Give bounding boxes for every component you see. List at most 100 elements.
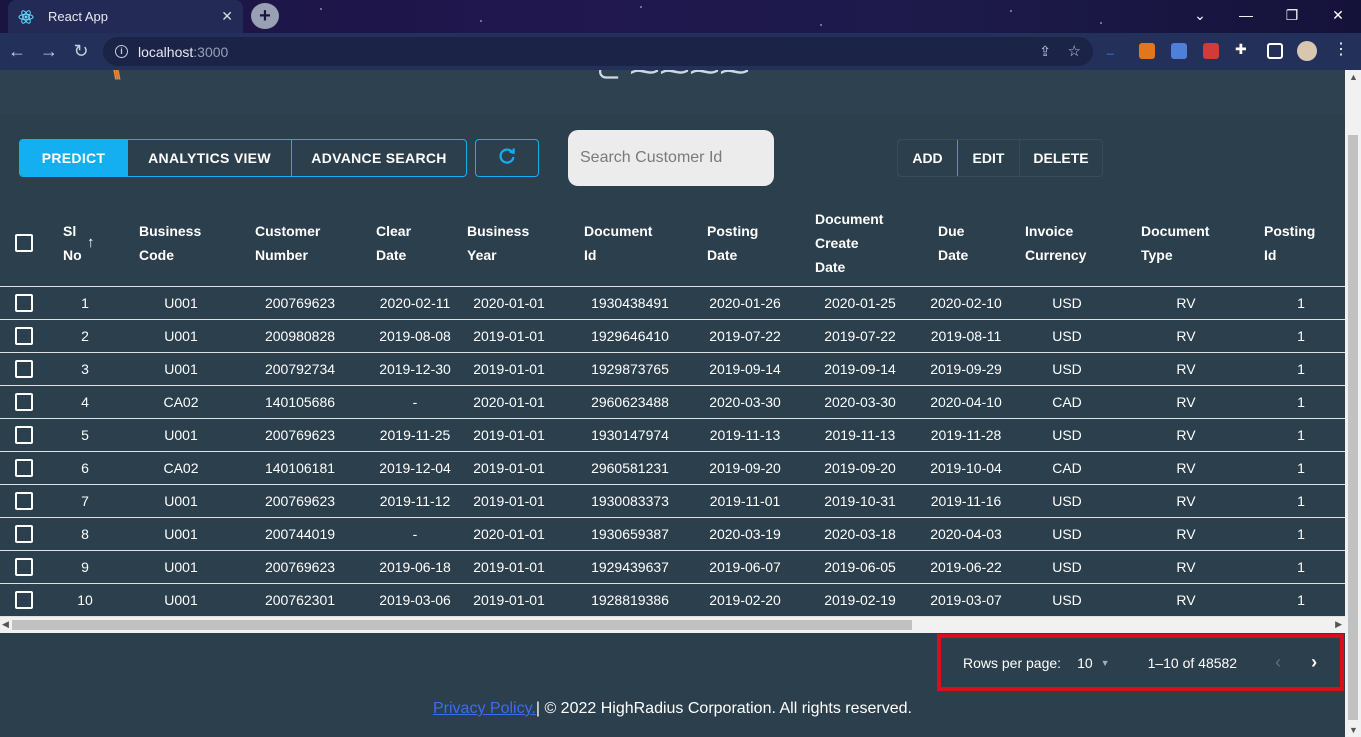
select-all-checkbox[interactable] — [15, 234, 33, 252]
table-row[interactable]: 3 U001 200792734 2019-12-30 2019-01-01 192987… — [0, 353, 1345, 386]
column-header-invoice-currency[interactable]: Invoice Currency — [1025, 219, 1086, 267]
browser-tab[interactable]: React App ✕ — [8, 0, 243, 33]
column-header-document-create-date[interactable]: Document Create Date — [815, 207, 883, 279]
extension-icon[interactable] — [1203, 43, 1219, 59]
profile-avatar[interactable] — [1297, 41, 1317, 61]
table-row[interactable]: 8 U001 200744019 - 2020-01-01 1930659387 2020-… — [0, 518, 1345, 551]
horizontal-scrollbar[interactable]: ◀ ▶ — [0, 617, 1345, 633]
scroll-left-icon[interactable]: ◀ — [2, 619, 9, 630]
close-tab-icon[interactable]: ✕ — [221, 8, 233, 25]
extension-icon[interactable]: _ — [1107, 41, 1123, 57]
table-cell: 2019-07-22 — [824, 328, 896, 344]
tab-search-icon[interactable]: ⌄ — [1177, 0, 1223, 30]
table-cell: 1 — [1297, 526, 1305, 542]
table-row[interactable]: 7 U001 200769623 2019-11-12 2019-01-01 193008… — [0, 485, 1345, 518]
table-cell: 2020-01-25 — [824, 295, 896, 311]
table-row[interactable]: 9 U001 200769623 2019-06-18 2019-01-01 192943… — [0, 551, 1345, 584]
table-cell: 1 — [1297, 493, 1305, 509]
edit-button[interactable]: EDIT — [958, 140, 1020, 176]
table-row[interactable]: 2 U001 200980828 2019-08-08 2019-01-01 192964… — [0, 320, 1345, 353]
back-icon[interactable]: ← — [7, 42, 27, 60]
scroll-up-icon[interactable]: ▲ — [1349, 72, 1358, 82]
column-header-clear-date[interactable]: Clear Date — [376, 219, 411, 267]
bookmark-star-icon[interactable]: ☆ — [1068, 42, 1081, 60]
column-header-sl-no[interactable]: Sl No — [63, 219, 82, 267]
previous-page-icon[interactable]: ‹ — [1275, 652, 1281, 673]
add-button[interactable]: ADD — [898, 140, 958, 176]
sort-ascending-icon[interactable]: ↑ — [87, 234, 95, 251]
table-cell: RV — [1176, 559, 1196, 575]
forward-icon[interactable]: → — [39, 42, 59, 60]
table-cell: 2020-02-11 — [379, 295, 451, 311]
invoice-data-grid: Sl No ↑ Business Code Customer Number Cl… — [0, 200, 1345, 617]
view-mode-button-group: PREDICT ANALYTICS VIEW ADVANCE SEARCH — [19, 139, 467, 177]
table-cell: 2019-06-05 — [824, 559, 896, 575]
search-customer-input[interactable] — [568, 130, 774, 186]
row-checkbox[interactable] — [15, 426, 33, 444]
extension-icon[interactable] — [1171, 43, 1187, 59]
column-header-posting-id[interactable]: Posting Id — [1264, 219, 1315, 267]
vertical-scroll-thumb[interactable] — [1348, 135, 1358, 720]
table-row[interactable]: 1 U001 200769623 2020-02-11 2020-01-01 193043… — [0, 287, 1345, 320]
new-tab-button[interactable]: + — [251, 3, 279, 29]
row-checkbox[interactable] — [15, 459, 33, 477]
scroll-right-icon[interactable]: ▶ — [1335, 619, 1342, 630]
rows-per-page-select[interactable]: 10 ▼ — [1077, 655, 1110, 671]
metamask-icon[interactable] — [1139, 43, 1155, 59]
table-cell: 1 — [1297, 394, 1305, 410]
column-header-document-type[interactable]: Document Type — [1141, 219, 1209, 267]
table-row[interactable]: 5 U001 200769623 2019-11-25 2019-01-01 193014… — [0, 419, 1345, 452]
side-panel-icon[interactable] — [1267, 43, 1283, 59]
url-host: localhost — [138, 43, 194, 60]
row-checkbox[interactable] — [15, 327, 33, 345]
row-checkbox[interactable] — [15, 492, 33, 510]
table-cell: 2020-03-19 — [709, 526, 781, 542]
table-cell: 2960581231 — [591, 460, 669, 476]
row-checkbox[interactable] — [15, 360, 33, 378]
table-cell: U001 — [164, 295, 198, 311]
minimize-icon[interactable]: — — [1223, 0, 1269, 30]
share-icon[interactable]: ⇪ — [1039, 43, 1051, 60]
next-page-icon[interactable]: › — [1311, 652, 1317, 673]
row-checkbox[interactable] — [15, 393, 33, 411]
restore-icon[interactable]: ❐ — [1269, 0, 1315, 30]
column-header-business-year[interactable]: Business Year — [467, 219, 529, 267]
column-header-customer-number[interactable]: Customer Number — [255, 219, 320, 267]
table-cell: 2019-11-13 — [824, 427, 896, 443]
background-star — [1010, 10, 1012, 12]
close-window-icon[interactable]: ✕ — [1315, 0, 1361, 30]
row-checkbox[interactable] — [15, 558, 33, 576]
predict-button[interactable]: PREDICT — [20, 140, 128, 176]
vertical-scrollbar[interactable]: ▲ ▼ — [1345, 70, 1361, 737]
scroll-down-icon[interactable]: ▼ — [1349, 725, 1358, 735]
table-row[interactable]: 6 CA02 140106181 2019-12-04 2019-01-01 296058… — [0, 452, 1345, 485]
table-cell: 200769623 — [264, 427, 336, 443]
table-row[interactable]: 10 U001 200762301 2019-03-06 2019-01-01 19288… — [0, 584, 1345, 617]
reload-icon[interactable]: ↻ — [71, 42, 91, 60]
column-header-business-code[interactable]: Business Code — [139, 219, 201, 267]
background-star — [320, 8, 322, 10]
advance-search-button[interactable]: ADVANCE SEARCH — [292, 140, 466, 176]
row-checkbox[interactable] — [15, 294, 33, 312]
privacy-policy-link[interactable]: Privacy Policy. — [433, 700, 536, 717]
refresh-button[interactable] — [475, 139, 539, 177]
table-cell: 2019-03-07 — [930, 592, 1002, 608]
extensions-puzzle-icon[interactable]: ✚ — [1235, 41, 1251, 57]
site-info-icon[interactable]: i — [115, 45, 128, 58]
menu-icon[interactable]: ⋮ — [1333, 39, 1349, 58]
caret-down-icon: ▼ — [1100, 657, 1110, 668]
row-checkbox[interactable] — [15, 591, 33, 609]
column-header-due-date[interactable]: Due Date — [938, 219, 968, 267]
column-header-document-id[interactable]: Document Id — [584, 219, 652, 267]
table-cell: 2019-07-22 — [709, 328, 781, 344]
table-row[interactable]: 4 CA02 140105686 - 2020-01-01 2960623488 2020-… — [0, 386, 1345, 419]
delete-button[interactable]: DELETE — [1020, 140, 1102, 176]
analytics-view-button[interactable]: ANALYTICS VIEW — [128, 140, 292, 176]
table-cell: U001 — [164, 493, 198, 509]
table-cell: 200769623 — [264, 559, 336, 575]
row-checkbox[interactable] — [15, 525, 33, 543]
horizontal-scroll-thumb[interactable] — [12, 620, 912, 630]
column-header-posting-date[interactable]: Posting Date — [707, 219, 758, 267]
url-bar[interactable]: i localhost:3000 ⇪ ☆ — [103, 37, 1093, 66]
table-cell: RV — [1176, 394, 1196, 410]
